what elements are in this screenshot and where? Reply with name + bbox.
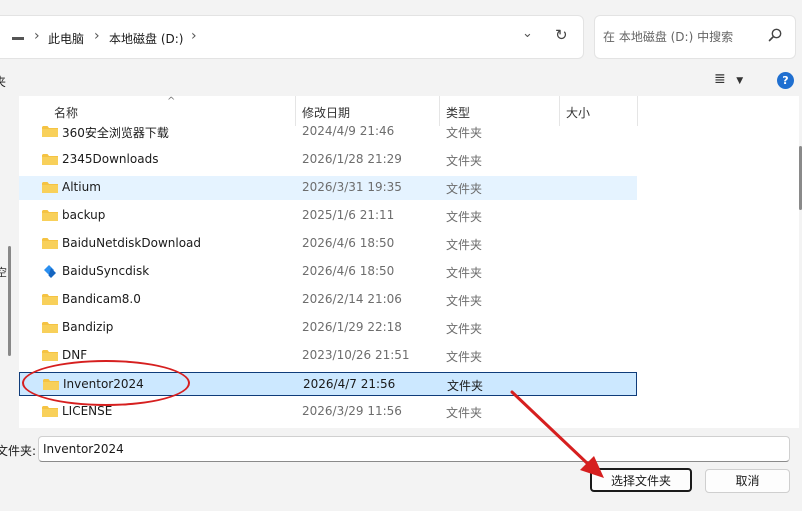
- refresh-icon[interactable]: ↻: [555, 26, 568, 44]
- file-date: 2026/4/6 18:50: [302, 264, 395, 278]
- breadcrumb-this-pc[interactable]: 此电脑: [48, 30, 84, 47]
- address-bar[interactable]: › 此电脑 › 本地磁盘 (D:) › ⌄ ↻: [0, 15, 584, 59]
- file-type: 文件夹: [446, 238, 483, 252]
- folder-icon: [42, 182, 58, 193]
- folder-icon: [42, 238, 58, 249]
- column-divider[interactable]: [637, 96, 638, 126]
- folder-icon: [42, 154, 58, 165]
- nav-item-fragment[interactable]: 空: [0, 264, 7, 280]
- breadcrumb-local-disk-d[interactable]: 本地磁盘 (D:): [109, 30, 183, 47]
- file-name: Altium: [62, 180, 101, 194]
- column-header-type[interactable]: 类型: [446, 104, 470, 121]
- table-row[interactable]: Altium 2026/3/31 19:35 文件夹: [19, 176, 637, 200]
- file-type: 文件夹: [446, 210, 483, 224]
- table-row[interactable]: 360安全浏览器下载 2024/4/9 21:46 文件夹: [19, 120, 637, 144]
- help-icon[interactable]: ?: [777, 72, 794, 89]
- file-name: BaiduSyncdisk: [62, 264, 150, 278]
- view-options-button[interactable]: ≣ ▼: [714, 71, 754, 91]
- file-name: 2345Downloads: [62, 152, 159, 166]
- table-row[interactable]: BaiduNetdiskDownload 2026/4/6 18:50 文件夹: [19, 232, 637, 256]
- select-folder-button[interactable]: 选择文件夹: [590, 468, 692, 492]
- file-date: 2026/2/14 21:06: [302, 292, 402, 306]
- file-type: 文件夹: [446, 406, 483, 420]
- navigation-pane: 空: [0, 96, 19, 428]
- chevron-right-icon[interactable]: ›: [34, 28, 40, 44]
- column-header-name[interactable]: 名称: [54, 104, 78, 121]
- file-date: 2026/3/29 11:56: [302, 404, 402, 418]
- file-type: 文件夹: [446, 266, 483, 280]
- column-header-date[interactable]: 修改日期: [302, 104, 350, 121]
- nav-scrollbar[interactable]: [8, 246, 11, 356]
- search-box[interactable]: [594, 15, 796, 59]
- file-date: 2026/4/7 21:56: [303, 377, 396, 391]
- file-name: 360安全浏览器下载: [62, 126, 169, 140]
- file-name: Bandizip: [62, 320, 114, 334]
- file-date: 2023/10/26 21:51: [302, 348, 410, 362]
- file-date: 2024/4/9 21:46: [302, 124, 395, 138]
- dialog-footer: 文件夹: 选择文件夹 取消: [0, 428, 802, 511]
- file-date: 2026/1/29 22:18: [302, 320, 402, 334]
- folder-icon: [42, 126, 58, 137]
- file-type: 文件夹: [446, 294, 483, 308]
- title-bar-strip: [0, 0, 802, 10]
- file-name: Bandicam8.0: [62, 292, 141, 306]
- search-input[interactable]: [603, 26, 763, 48]
- table-row[interactable]: Bandicam8.0 2026/2/14 21:06 文件夹: [19, 288, 637, 312]
- table-row[interactable]: BaiduSyncdisk 2026/4/6 18:50 文件夹: [19, 260, 637, 284]
- file-name: LICENSE: [62, 404, 113, 418]
- column-header-size[interactable]: 大小: [566, 104, 590, 121]
- toolbar: 夹 ≣ ▼ ?: [0, 66, 802, 96]
- cancel-button[interactable]: 取消: [705, 469, 790, 493]
- file-date: 2026/4/6 18:50: [302, 236, 395, 250]
- folder-label: 文件夹:: [0, 444, 37, 458]
- chevron-right-icon[interactable]: ›: [191, 28, 197, 44]
- folder-icon: [42, 294, 58, 305]
- file-date: 2026/1/28 21:29: [302, 152, 402, 166]
- file-type: 文件夹: [446, 126, 483, 140]
- file-date: 2025/1/6 21:11: [302, 208, 395, 222]
- annotation-circle: [22, 360, 190, 406]
- folder-name-field[interactable]: [38, 436, 790, 462]
- folder-icon: [42, 350, 58, 361]
- sort-ascending-icon: ^: [167, 96, 176, 107]
- chevron-right-icon[interactable]: ›: [94, 28, 100, 44]
- file-type: 文件夹: [446, 322, 483, 336]
- toolbar-new-folder-fragment[interactable]: 夹: [0, 73, 6, 90]
- folder-icon: [42, 322, 58, 333]
- folder-icon: [42, 406, 58, 417]
- file-type: 文件夹: [446, 182, 483, 196]
- file-type: 文件夹: [446, 154, 483, 168]
- file-type: 文件夹: [447, 379, 484, 393]
- table-row[interactable]: backup 2025/1/6 21:11 文件夹: [19, 204, 637, 228]
- list-view-icon: ≣: [714, 71, 726, 87]
- file-type: 文件夹: [446, 350, 483, 364]
- file-name: backup: [62, 208, 106, 222]
- table-row[interactable]: 2345Downloads 2026/1/28 21:29 文件夹: [19, 148, 637, 172]
- chevron-down-icon: ▼: [736, 76, 744, 86]
- file-date: 2026/3/31 19:35: [302, 180, 402, 194]
- chevron-down-icon[interactable]: ⌄: [522, 26, 533, 41]
- file-name: BaiduNetdiskDownload: [62, 236, 202, 250]
- folder-icon: [42, 210, 58, 221]
- search-icon[interactable]: [767, 27, 783, 43]
- table-row[interactable]: Bandizip 2026/1/29 22:18 文件夹: [19, 316, 637, 340]
- drive-icon: [12, 37, 24, 40]
- baidu-sync-icon: [44, 265, 56, 278]
